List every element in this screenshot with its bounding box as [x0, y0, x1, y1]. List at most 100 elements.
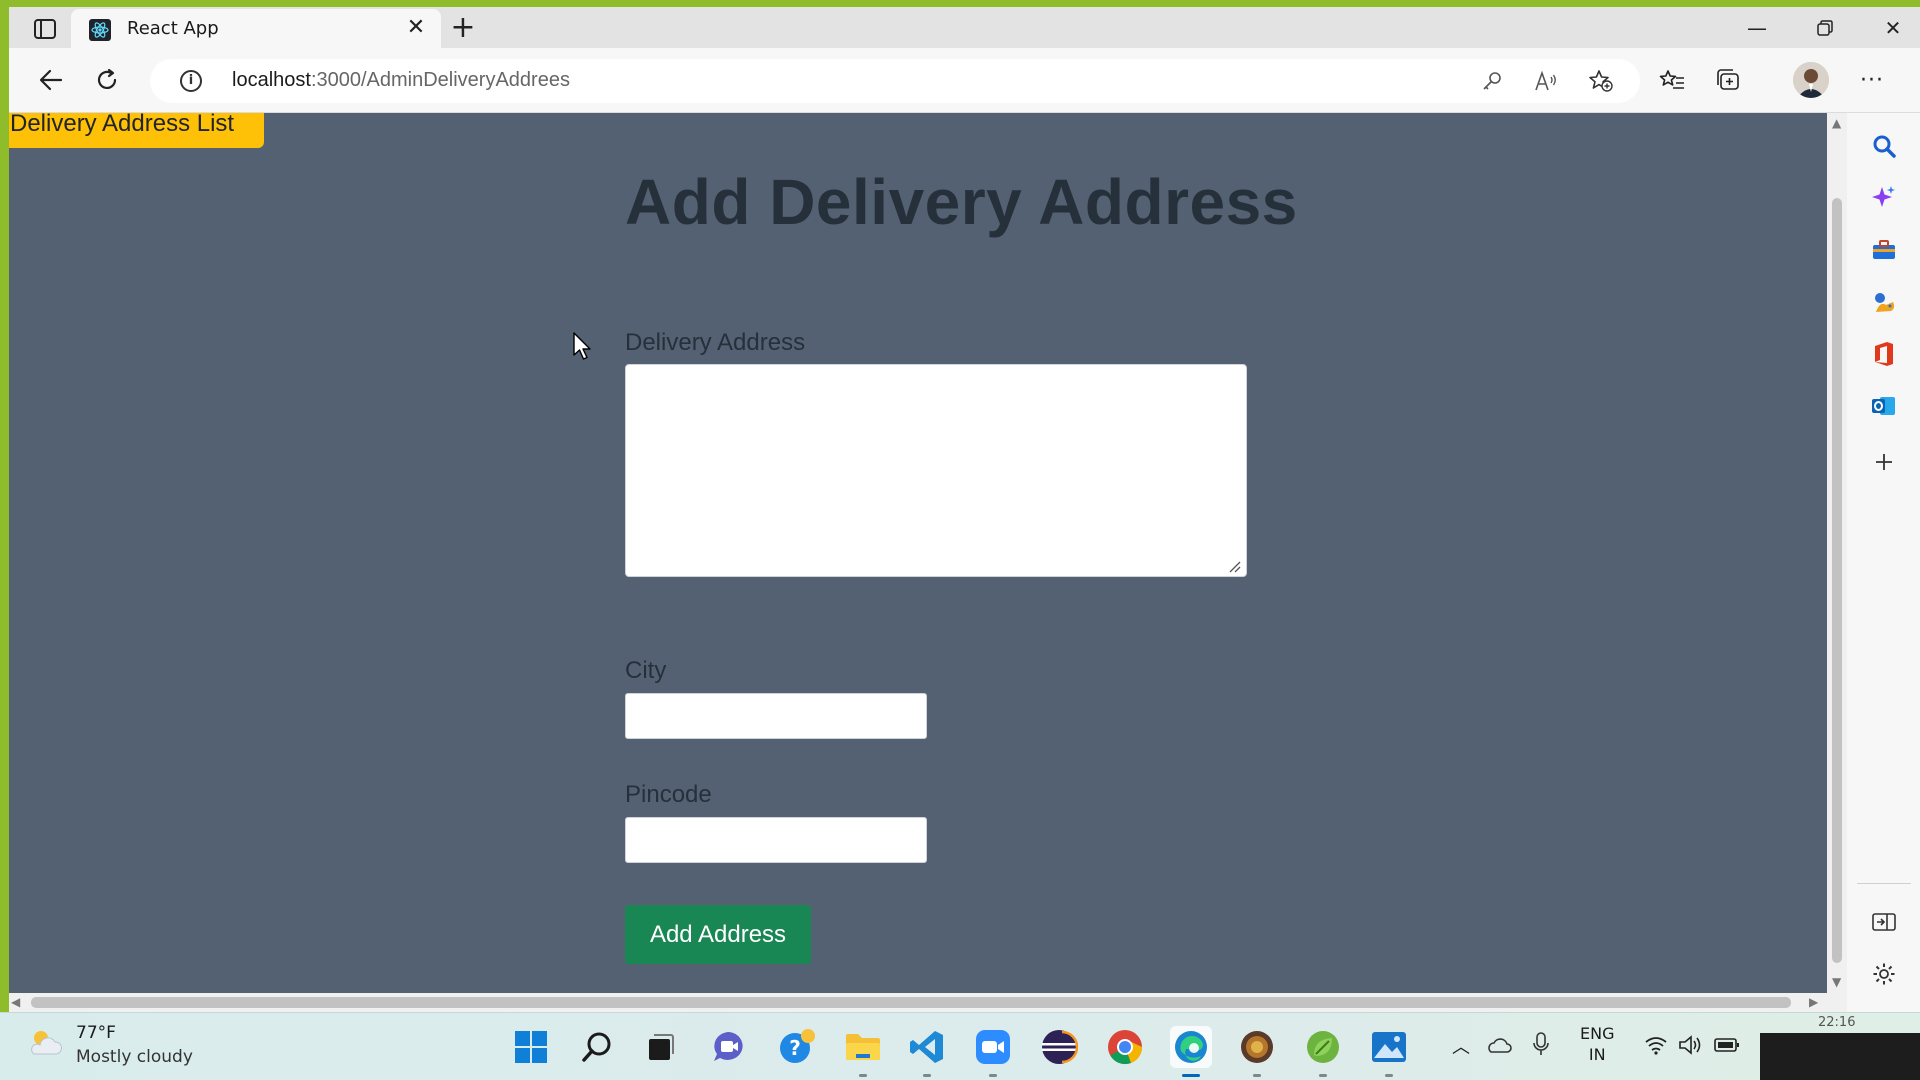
zoom-button[interactable]	[972, 1026, 1014, 1077]
scroll-down-icon[interactable]: ▼	[1832, 975, 1841, 989]
horizontal-scrollbar[interactable]: ◀ ▶	[9, 993, 1847, 1012]
tab-bar: React App ✕ + — ✕	[9, 7, 1920, 49]
zoom-icon	[976, 1030, 1010, 1064]
password-key-icon[interactable]	[1477, 67, 1507, 95]
language-indicator[interactable]: ENG IN	[1580, 1023, 1614, 1065]
app-icon	[1241, 1031, 1273, 1063]
edge-sidebar	[1847, 113, 1920, 1012]
delivery-address-label: Delivery Address	[625, 329, 806, 356]
back-button[interactable]	[29, 60, 73, 100]
clock-overlay	[1760, 1033, 1920, 1080]
vertical-scroll-thumb[interactable]	[1832, 198, 1842, 963]
refresh-button[interactable]	[85, 60, 129, 100]
search-icon[interactable]	[1867, 129, 1901, 163]
eclipse-button[interactable]	[1038, 1026, 1080, 1068]
url-host: localhost	[232, 69, 311, 91]
taskbar-search-button[interactable]	[576, 1026, 618, 1068]
office-icon[interactable]	[1867, 337, 1901, 371]
back-arrow-icon	[39, 69, 63, 91]
url-text: localhost:3000/AdminDeliveryAddrees	[232, 69, 570, 92]
more-menu-button[interactable]: ···	[1849, 60, 1895, 100]
address-bar[interactable]: i localhost:3000/AdminDeliveryAddrees	[150, 59, 1640, 103]
spring-icon	[1307, 1031, 1339, 1063]
games-icon[interactable]	[1867, 285, 1901, 319]
taskbar-app-button[interactable]	[1236, 1026, 1278, 1077]
scroll-right-icon[interactable]: ▶	[1809, 995, 1818, 1009]
spring-button[interactable]	[1302, 1026, 1344, 1077]
close-tab-icon[interactable]: ✕	[403, 15, 429, 41]
page-viewport: Delivery Address List Add Delivery Addre…	[9, 113, 1827, 993]
new-tab-button[interactable]: +	[441, 13, 485, 45]
read-aloud-icon[interactable]	[1531, 67, 1561, 95]
tab-title: React App	[127, 18, 219, 39]
browser-window: React App ✕ + — ✕ i localhost:3000/Admin…	[9, 7, 1920, 1012]
navigation-bar: i localhost:3000/AdminDeliveryAddrees ··…	[9, 48, 1920, 113]
vscode-icon	[910, 1031, 943, 1063]
settings-icon[interactable]	[1867, 957, 1901, 991]
delivery-address-list-button[interactable]: Delivery Address List	[9, 113, 264, 148]
horizontal-scroll-thumb[interactable]	[31, 997, 1791, 1008]
profile-avatar[interactable]	[1793, 62, 1829, 98]
site-info-icon[interactable]: i	[180, 70, 202, 92]
sidebar-divider	[1857, 883, 1911, 884]
pincode-input[interactable]	[625, 817, 927, 863]
get-help-button[interactable]: ?	[776, 1026, 818, 1068]
onedrive-icon[interactable]	[1486, 1035, 1512, 1055]
language-code: ENG	[1580, 1024, 1615, 1043]
windows-taskbar: 77°F Mostly cloudy ? ︿ ENG IN 22:16	[0, 1012, 1920, 1080]
microphone-icon[interactable]	[1532, 1031, 1550, 1057]
file-explorer-button[interactable]	[842, 1026, 884, 1077]
favorites-button[interactable]	[1649, 60, 1695, 100]
weather-temperature[interactable]: 77°F	[76, 1023, 116, 1043]
add-icon[interactable]	[1867, 445, 1901, 479]
resize-grip-icon[interactable]	[1227, 559, 1241, 573]
chrome-button[interactable]	[1104, 1026, 1146, 1068]
tab-react-app[interactable]: React App ✕	[71, 9, 441, 49]
mouse-cursor-icon	[573, 332, 591, 360]
show-hidden-icons-icon[interactable]: ︿	[1452, 1033, 1470, 1059]
favorites-icon	[1659, 70, 1684, 89]
restore-button[interactable]	[1791, 7, 1859, 48]
close-window-button[interactable]: ✕	[1859, 7, 1920, 48]
tools-icon[interactable]	[1867, 233, 1901, 267]
photos-icon	[1372, 1032, 1406, 1062]
scroll-left-icon[interactable]: ◀	[11, 995, 20, 1009]
copilot-icon[interactable]	[1867, 181, 1901, 215]
add-address-button[interactable]: Add Address	[625, 905, 811, 964]
refresh-icon	[97, 68, 117, 89]
minimize-icon: —	[1747, 15, 1767, 40]
teams-chat-button[interactable]	[708, 1026, 750, 1068]
wifi-icon[interactable]	[1644, 1035, 1668, 1055]
edge-icon	[1175, 1031, 1207, 1063]
url-path: :3000/AdminDeliveryAddrees	[310, 69, 570, 91]
minimize-button[interactable]: —	[1723, 7, 1791, 48]
volume-icon[interactable]	[1678, 1035, 1704, 1055]
battery-icon[interactable]	[1714, 1037, 1740, 1053]
collections-icon	[1717, 69, 1739, 90]
task-view-button[interactable]	[640, 1026, 682, 1068]
tab-actions-button[interactable]	[23, 13, 67, 45]
page-title: Add Delivery Address	[625, 166, 1298, 238]
clock-time[interactable]: 22:16	[1818, 1015, 1855, 1030]
photos-button[interactable]	[1368, 1026, 1410, 1077]
edge-button[interactable]	[1170, 1026, 1212, 1077]
delivery-address-textarea[interactable]	[625, 364, 1247, 577]
search-icon	[582, 1032, 611, 1062]
start-button[interactable]	[510, 1026, 552, 1068]
partly-cloudy-icon	[31, 1031, 62, 1055]
task-view-icon	[649, 1034, 674, 1060]
chrome-icon	[1108, 1030, 1143, 1065]
add-favorite-icon[interactable]	[1586, 67, 1616, 95]
file-explorer-icon	[846, 1034, 880, 1060]
svg-text:?: ?	[789, 1036, 801, 1060]
vscode-button[interactable]	[906, 1026, 948, 1077]
help-icon: ?	[780, 1029, 815, 1063]
split-screen-icon[interactable]	[1867, 905, 1901, 939]
outlook-icon[interactable]	[1867, 389, 1901, 423]
collections-button[interactable]	[1705, 60, 1751, 100]
city-input[interactable]	[625, 693, 927, 739]
eclipse-icon	[1042, 1030, 1078, 1064]
weather-description[interactable]: Mostly cloudy	[76, 1047, 193, 1067]
vertical-scrollbar[interactable]: ▲ ▼	[1827, 113, 1847, 993]
scroll-up-icon[interactable]: ▲	[1832, 116, 1841, 130]
